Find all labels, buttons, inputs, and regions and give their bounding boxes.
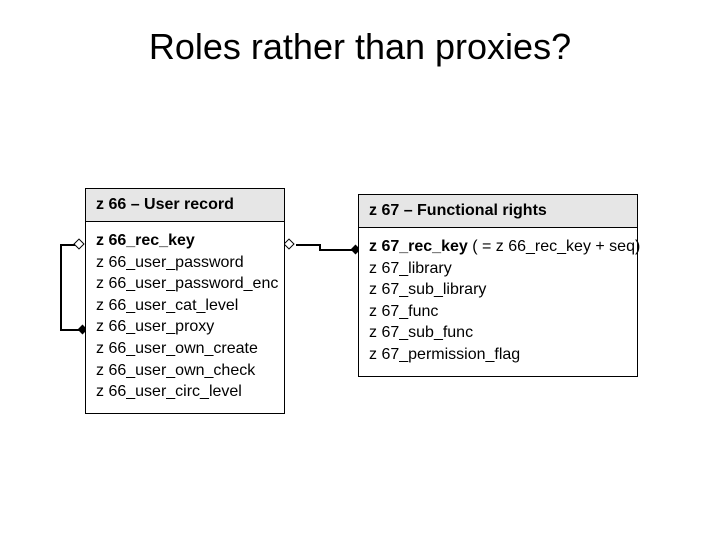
z66-field-proxy: z 66_user_proxy [96,316,274,338]
entity-z66: z 66 – User record z 66_rec_key z 66_use… [85,188,285,414]
entity-z67-header: z 67 – Functional rights [359,195,637,228]
entity-z67: z 67 – Functional rights z 67_rec_key ( … [358,194,638,377]
selfloop-line-top [60,244,75,246]
selfloop-line-v [60,244,62,330]
z66-field-own-create: z 66_user_own_create [96,338,274,360]
entity-z66-header: z 66 – User record [86,189,284,222]
z67-field-sub-func: z 67_sub_func [369,322,627,344]
relation-diamond-left [283,238,294,249]
z67-field-rec-key-note: ( = z 66_rec_key + seq) [468,238,641,255]
selfloop-diamond-top [73,238,84,249]
relation-line-h2 [319,249,354,251]
z67-field-rec-key: z 67_rec_key ( = z 66_rec_key + seq) [369,236,627,258]
z67-field-func: z 67_func [369,301,627,323]
relation-line-h1 [296,244,320,246]
z66-field-cat-level: z 66_user_cat_level [96,295,274,317]
z66-field-own-check: z 66_user_own_check [96,360,274,382]
z66-field-circ-level: z 66_user_circ_level [96,381,274,403]
z66-field-rec-key: z 66_rec_key [96,230,274,252]
z66-field-password-enc: z 66_user_password_enc [96,273,274,295]
z67-field-permission-flag: z 67_permission_flag [369,344,627,366]
entity-z66-body: z 66_rec_key z 66_user_password z 66_use… [86,222,284,413]
z66-field-password: z 66_user_password [96,252,274,274]
z67-field-rec-key-name: z 67_rec_key [369,238,468,255]
z67-field-sub-library: z 67_sub_library [369,279,627,301]
page-title: Roles rather than proxies? [0,26,720,68]
z67-field-library: z 67_library [369,258,627,280]
entity-z67-body: z 67_rec_key ( = z 66_rec_key + seq) z 6… [359,228,637,376]
